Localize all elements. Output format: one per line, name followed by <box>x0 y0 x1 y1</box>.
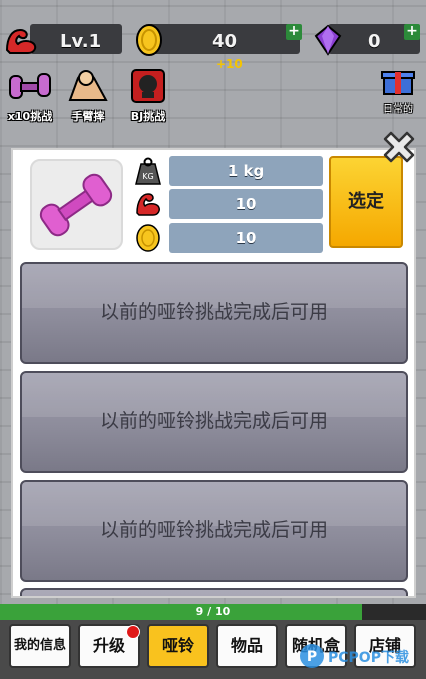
close-icon[interactable] <box>377 125 421 169</box>
svg-text:P: P <box>307 649 317 665</box>
gem-icon <box>314 24 342 56</box>
coin-bonus: +10 <box>216 57 243 71</box>
bj-challenge-button[interactable]: BJ挑战 <box>118 68 178 124</box>
locked-challenge-row[interactable]: 以前的哑铃挑战完成后可用 <box>20 262 408 364</box>
gift-icon <box>381 71 415 95</box>
item-preview <box>30 159 123 250</box>
dumbbell-panel: KG 1 kg 10 10 选定 以前的哑铃挑战完成后可用 以前的哑铃挑战完成后… <box>11 148 416 598</box>
arm-wrestle-button[interactable]: 手臂摔 <box>58 68 118 124</box>
notification-dot <box>126 625 140 639</box>
gem-count: 0 <box>368 31 381 52</box>
select-button[interactable]: 选定 <box>329 156 403 248</box>
tab-dumbbell[interactable]: 哑铃 <box>147 624 209 668</box>
strength-value: 10 <box>169 189 323 219</box>
row-shine <box>22 590 406 596</box>
coin-icon <box>136 224 160 252</box>
level-label: Lv.1 <box>60 31 102 52</box>
weight-value: 1 kg <box>169 156 323 186</box>
stat-weight: KG 1 kg <box>133 156 323 186</box>
kg-weight-icon: KG <box>135 157 161 185</box>
stat-price: 10 <box>133 223 323 253</box>
arm-muscle-icon <box>136 193 160 216</box>
add-coins-button[interactable]: + <box>286 24 302 40</box>
locked-row-label: 以前的哑铃挑战完成后可用 <box>99 519 328 541</box>
x10-challenge-label: x10挑战 <box>7 110 53 123</box>
svg-text:KG: KG <box>142 172 153 181</box>
coin-count: 40 <box>212 31 238 52</box>
stat-strength: 10 <box>133 189 323 219</box>
arm-muscle-icon <box>5 28 37 54</box>
tab-my-info[interactable]: 我的信息 <box>9 624 71 668</box>
coin-icon <box>136 24 162 56</box>
dumbbell-icon <box>39 173 113 237</box>
locked-row-label: 以前的哑铃挑战完成后可用 <box>99 301 328 323</box>
price-value: 10 <box>169 223 323 253</box>
locked-challenge-row[interactable]: 以前的哑铃挑战完成后可用 <box>20 371 408 473</box>
watermark-logo: P PCPOP下载 <box>300 644 409 668</box>
tab-items[interactable]: 物品 <box>216 624 278 668</box>
arm-wrestle-icon <box>68 70 108 101</box>
daily-reward-button[interactable]: 日常的 <box>376 66 420 115</box>
bj-challenge-label: BJ挑战 <box>130 110 166 123</box>
locked-challenge-row[interactable]: 以前的哑铃挑战完成后可用 <box>20 480 408 582</box>
locked-row-label: 以前的哑铃挑战完成后可用 <box>99 410 328 432</box>
boxing-glove-icon <box>131 69 165 103</box>
arm-wrestle-label: 手臂摔 <box>71 110 105 123</box>
dumbbell-icon <box>9 73 51 99</box>
x10-challenge-button[interactable]: x10挑战 <box>0 68 60 124</box>
progress-bar: 9 / 10 <box>0 604 426 620</box>
progress-text: 9 / 10 <box>195 605 231 618</box>
add-gems-button[interactable]: + <box>404 24 420 40</box>
daily-label: 日常的 <box>383 104 413 115</box>
svg-text:PCPOP下载: PCPOP下载 <box>328 649 409 666</box>
locked-challenge-row[interactable] <box>20 588 408 596</box>
